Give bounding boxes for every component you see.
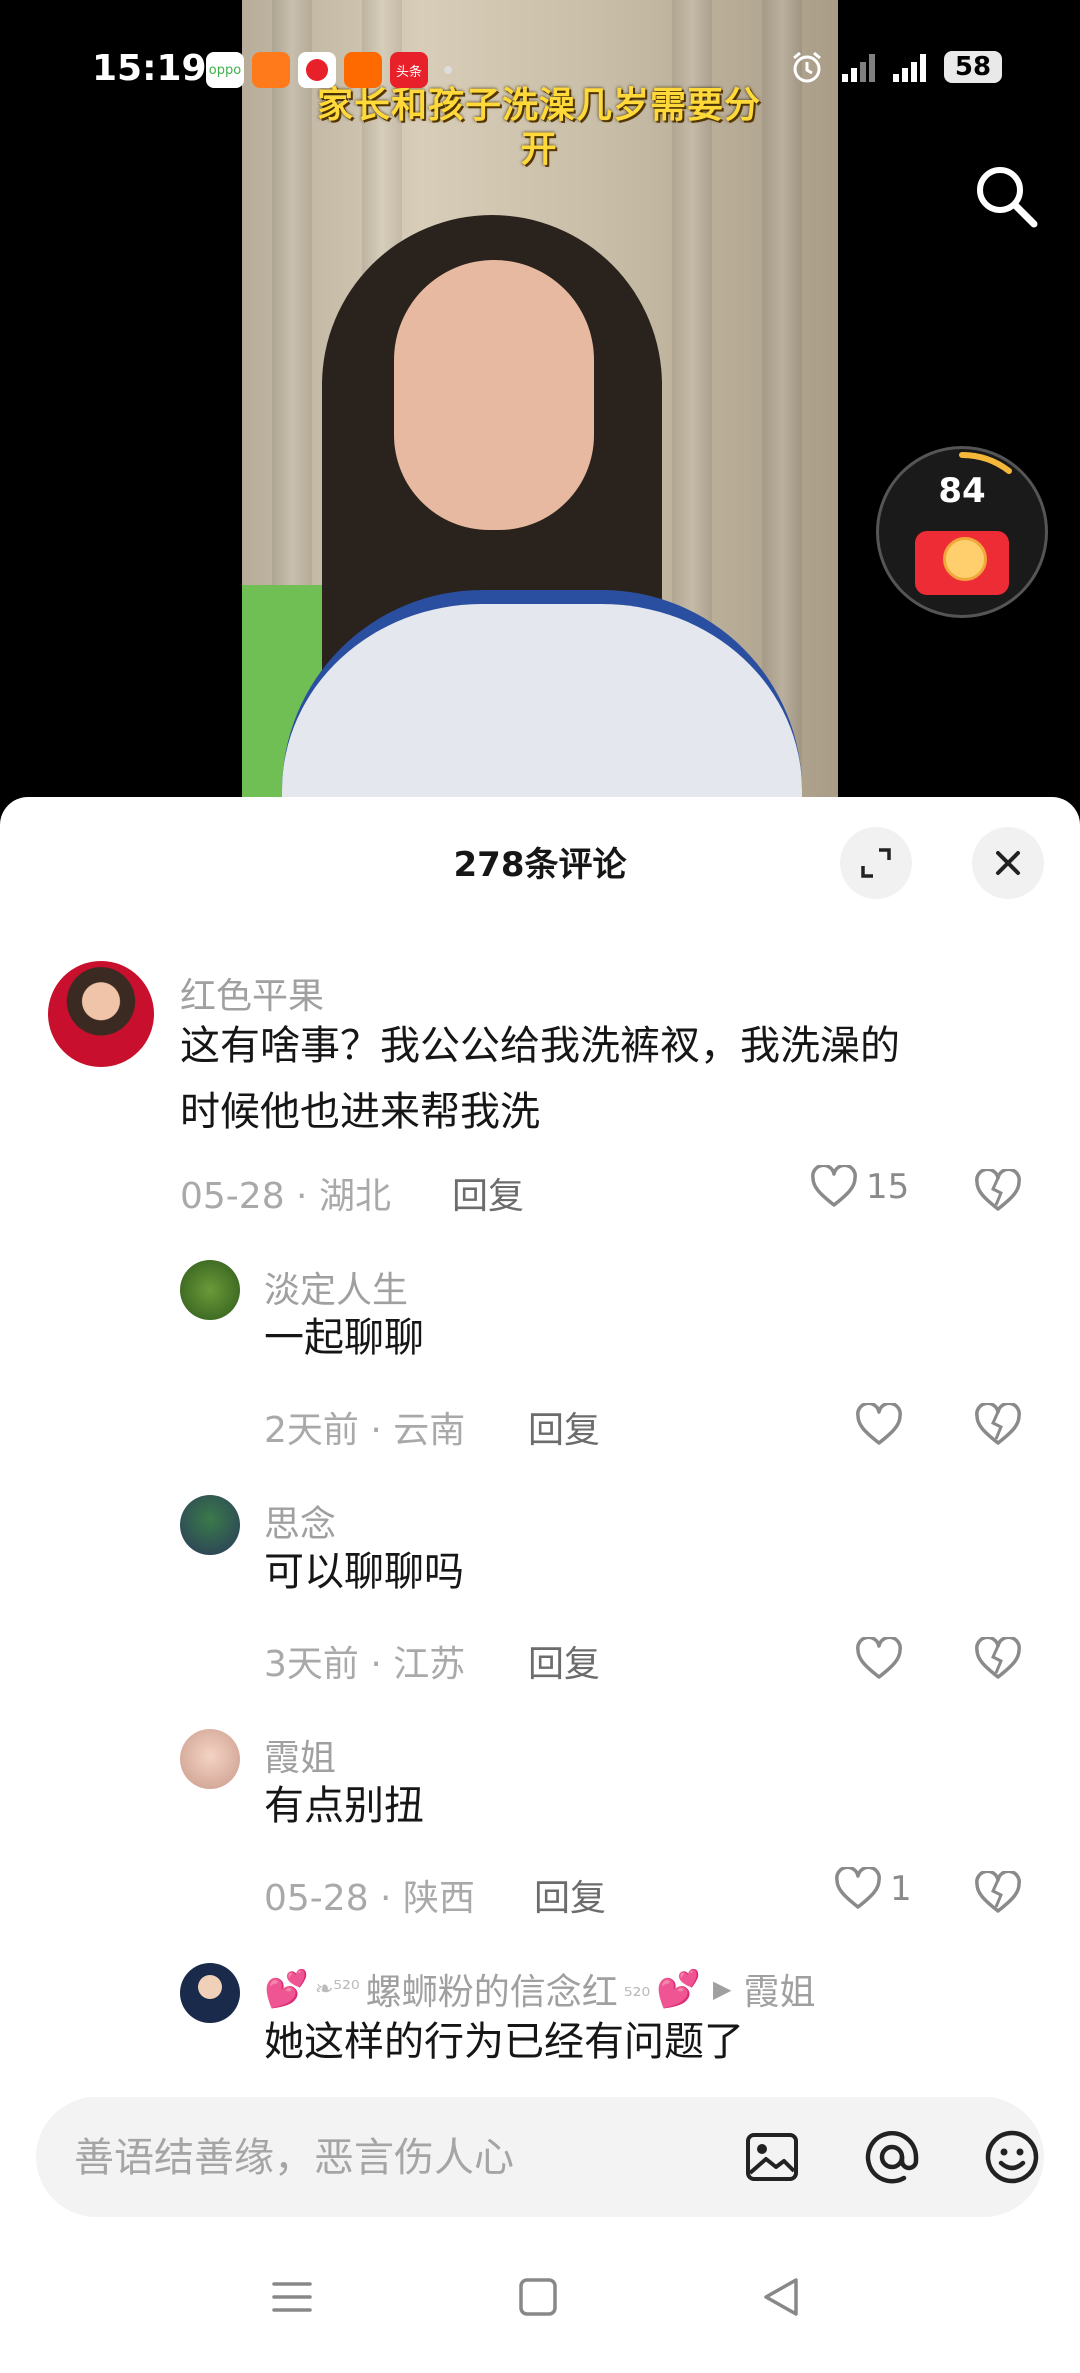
alarm-icon — [793, 51, 821, 83]
battery-indicator: 58 — [944, 51, 1002, 83]
menu-icon[interactable] — [262, 2272, 322, 2322]
heart-emoji-icon: 💕 — [264, 1969, 309, 2010]
oppo-icon: oppo — [206, 52, 244, 88]
video-player[interactable]: 家长和孩子洗澡几岁需要分开 — [0, 0, 1080, 800]
toutiao-icon: 头条 — [390, 52, 428, 88]
search-icon[interactable] — [970, 160, 1042, 232]
person-face — [394, 260, 594, 530]
home-icon[interactable] — [508, 2272, 568, 2322]
app2-icon — [252, 52, 290, 88]
status-bar: 15:19 oppo 头条 58 — [0, 40, 1080, 104]
notification-icons: oppo 头条 — [206, 52, 452, 88]
comment-input-bar — [36, 2097, 1044, 2217]
red-packet-count: 84 — [938, 471, 986, 511]
heart-emoji-icon: 💕 — [656, 1969, 702, 2010]
comment-username[interactable]: 💕 ❧⁵²⁰ 螺蛳粉的信念红 ₅₂₀ 💕 ▶ 霞姐 — [264, 1963, 816, 2015]
status-time: 15:19 — [92, 48, 207, 89]
avatar[interactable] — [180, 1963, 240, 2023]
comment-reply-item: 💕 ❧⁵²⁰ 螺蛳粉的信念红 ₅₂₀ 💕 ▶ 霞姐 她这样的行为已经有问题了 — [0, 797, 1080, 2093]
decor-icon: ❧⁵²⁰ — [314, 1976, 360, 2002]
red-packet-widget[interactable]: 84 — [876, 446, 1048, 618]
comment-text: 她这样的行为已经有问题了 — [264, 2019, 744, 2065]
signal-icon-1 — [842, 52, 875, 82]
signal-icon-2 — [893, 52, 926, 82]
app4-icon — [344, 52, 382, 88]
app3-icon — [298, 52, 336, 88]
comment-input[interactable] — [72, 2119, 676, 2197]
status-right: 58 — [790, 50, 1002, 84]
dot-icon — [444, 66, 452, 74]
reply-arrow-icon: ▶ — [713, 1975, 732, 2003]
at-mention-icon[interactable] — [860, 2125, 924, 2189]
reply-to-user[interactable]: 霞姐 — [744, 1963, 816, 2015]
username-text: 螺蛳粉的信念红 — [365, 1972, 618, 2013]
image-icon[interactable] — [740, 2125, 804, 2189]
decor-suffix-icon: ₅₂₀ — [623, 1976, 651, 2002]
back-icon[interactable] — [752, 2272, 812, 2322]
emoji-icon[interactable] — [980, 2125, 1044, 2189]
system-nav-bar — [0, 2220, 1080, 2373]
coin-icon — [943, 537, 987, 581]
